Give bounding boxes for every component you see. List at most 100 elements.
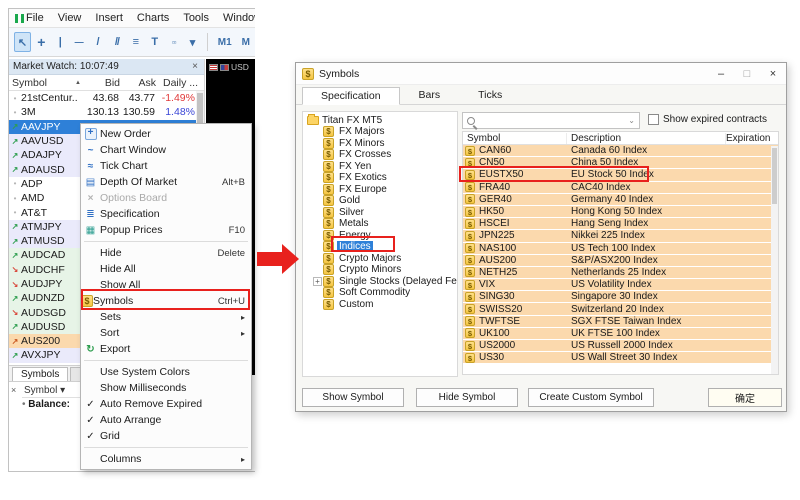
menu-item[interactable]: Symbols Ctrl+U — [81, 293, 251, 309]
table-scrollbar[interactable] — [771, 146, 778, 374]
menu-item[interactable]: Show Milliseconds — [81, 380, 251, 396]
table-row[interactable]: UK100 UK FTSE 100 Index — [463, 327, 778, 340]
menu-item[interactable]: Options Board — [81, 190, 251, 206]
tree-item[interactable]: Indices — [303, 241, 457, 253]
column-ask[interactable]: Ask — [123, 77, 159, 89]
minimize-icon[interactable]: – — [708, 68, 734, 80]
table-row[interactable]: GER40 Germany 40 Index — [463, 193, 778, 206]
table-row[interactable]: CAN60 Canada 60 Index — [463, 145, 778, 158]
tree-item[interactable]: FX Minors — [303, 137, 457, 150]
dialog-button[interactable]: Create Custom Symbol — [528, 388, 654, 407]
column-symbol[interactable]: Symbol — [463, 132, 567, 144]
tree-item[interactable]: Energy — [303, 229, 457, 242]
dialog-button[interactable]: 确定 — [708, 388, 782, 407]
menu-item[interactable]: Auto Arrange — [81, 412, 251, 428]
tree-item[interactable]: FX Europe — [303, 183, 457, 196]
menubar-item[interactable]: Tools — [177, 10, 215, 26]
crosshair-icon[interactable] — [33, 32, 50, 52]
menu-item[interactable]: Use System Colors — [81, 364, 251, 380]
table-row[interactable]: NETH25 Netherlands 25 Index — [463, 266, 778, 280]
dialog-tab[interactable]: Specification — [302, 87, 400, 105]
dialog-tab[interactable]: Bars — [400, 86, 460, 104]
tree-item[interactable]: FX Crosses — [303, 149, 457, 161]
dialog-button[interactable]: Show Symbol — [302, 388, 404, 407]
column-expiration[interactable]: Expiration — [726, 133, 778, 144]
menu-item[interactable]: Tick Chart — [81, 158, 251, 174]
table-row[interactable]: SWISS20 Switzerland 20 Index — [463, 303, 778, 316]
table-row[interactable]: AUS200 S&P/ASX200 Index — [463, 254, 778, 267]
tree-item[interactable]: + Single Stocks (Delayed Feed) — [303, 275, 457, 288]
tree-item[interactable]: Silver — [303, 206, 457, 219]
dialog-tab[interactable]: Ticks — [459, 86, 521, 104]
market-watch-row[interactable]: 3M 130.13 130.59 1.48% — [9, 105, 197, 120]
close-icon[interactable]: × — [190, 61, 200, 72]
column-bid[interactable]: Bid — [83, 77, 123, 89]
show-expired-checkbox[interactable] — [648, 114, 659, 125]
tree-item[interactable]: Metals — [303, 218, 457, 230]
table-row[interactable]: FRA40 CAC40 Index — [463, 181, 778, 194]
timeframe-button[interactable]: M — [237, 37, 255, 48]
tree-item[interactable]: FX Exotics — [303, 172, 457, 184]
menu-item[interactable]: Show All — [81, 277, 251, 293]
menubar-item[interactable]: View — [52, 10, 88, 26]
menu-item[interactable]: Columns ▸ — [81, 451, 251, 467]
table-row[interactable]: EUSTX50 EU Stock 50 Index — [463, 169, 778, 182]
tree-item[interactable]: Custom — [303, 298, 457, 311]
menubar-item[interactable]: Charts — [131, 10, 175, 26]
close-icon[interactable]: × — [760, 68, 786, 80]
tree-item[interactable]: Soft Commodity — [303, 287, 457, 299]
menu-item[interactable]: Hide All — [81, 261, 251, 277]
menu-item[interactable]: New Order — [81, 126, 251, 142]
dropdown-icon[interactable] — [184, 32, 201, 52]
tree-item[interactable]: Crypto Majors — [303, 252, 457, 265]
horizontal-line-icon[interactable] — [71, 32, 88, 52]
trendline-icon[interactable] — [90, 32, 107, 52]
tree-root[interactable]: Titan FX MT5 — [303, 113, 457, 126]
tree-item[interactable]: Gold — [303, 195, 457, 207]
chevron-down-icon[interactable]: ⌄ — [628, 116, 635, 125]
table-row[interactable]: SING30 Singapore 30 Index — [463, 291, 778, 304]
table-row[interactable]: CN50 China 50 Index — [463, 157, 778, 170]
channel-icon[interactable] — [108, 32, 125, 52]
equidistant-icon[interactable] — [127, 32, 144, 52]
maximize-icon[interactable]: □ — [734, 68, 760, 80]
menu-item[interactable]: Specification — [81, 206, 251, 222]
column-description[interactable]: Description — [567, 132, 726, 144]
chart-tab[interactable]: USD — [206, 59, 255, 72]
tree-item[interactable]: FX Majors — [303, 126, 457, 138]
text-icon[interactable] — [146, 32, 163, 52]
menubar-item[interactable]: File — [20, 10, 50, 26]
table-row[interactable]: US30 US Wall Street 30 Index — [463, 352, 778, 365]
symbol-search[interactable]: ⌄ — [462, 112, 640, 129]
menu-item[interactable]: Depth Of Market Alt+B — [81, 174, 251, 190]
timeframe-button[interactable]: M1 — [213, 37, 237, 48]
menu-item[interactable]: Sets ▸ — [81, 309, 251, 325]
scrollbar-thumb[interactable] — [772, 148, 777, 204]
menu-item[interactable]: Popup Prices F10 — [81, 222, 251, 238]
close-icon[interactable]: × — [11, 385, 16, 395]
search-input[interactable] — [475, 115, 629, 126]
menu-item[interactable]: Hide Delete — [81, 245, 251, 261]
table-row[interactable]: HK50 Hong Kong 50 Index — [463, 205, 778, 219]
table-row[interactable]: US2000 US Russell 2000 Index — [463, 340, 778, 353]
menubar-item[interactable]: Window — [217, 10, 255, 26]
vertical-line-icon[interactable] — [52, 32, 69, 52]
menu-item[interactable]: Grid — [81, 428, 251, 444]
table-row[interactable]: JPN225 Nikkei 225 Index — [463, 230, 778, 243]
column-symbol[interactable]: Symbol — [9, 77, 75, 89]
menubar-item[interactable]: Insert — [89, 10, 129, 26]
menu-item[interactable]: Export — [81, 341, 251, 357]
shapes-icon[interactable] — [165, 32, 182, 52]
market-watch-tab[interactable]: Symbols — [12, 367, 69, 381]
market-watch-row[interactable]: 21stCentur... 43.68 43.77 -1.49% — [9, 91, 197, 106]
table-row[interactable]: TWFTSE SGX FTSE Taiwan Index — [463, 315, 778, 328]
menu-item[interactable]: Sort ▸ — [81, 325, 251, 341]
table-row[interactable]: VIX US Volatility Index — [463, 279, 778, 292]
table-row[interactable]: HSCEI Hang Seng Index — [463, 218, 778, 231]
cursor-icon[interactable] — [14, 32, 31, 52]
column-daily[interactable]: Daily ... — [159, 77, 201, 89]
menu-item[interactable]: Chart Window — [81, 142, 251, 158]
table-row[interactable]: NAS100 US Tech 100 Index — [463, 242, 778, 255]
tree-item[interactable]: FX Yen — [303, 160, 457, 173]
dialog-button[interactable]: Hide Symbol — [416, 388, 518, 407]
